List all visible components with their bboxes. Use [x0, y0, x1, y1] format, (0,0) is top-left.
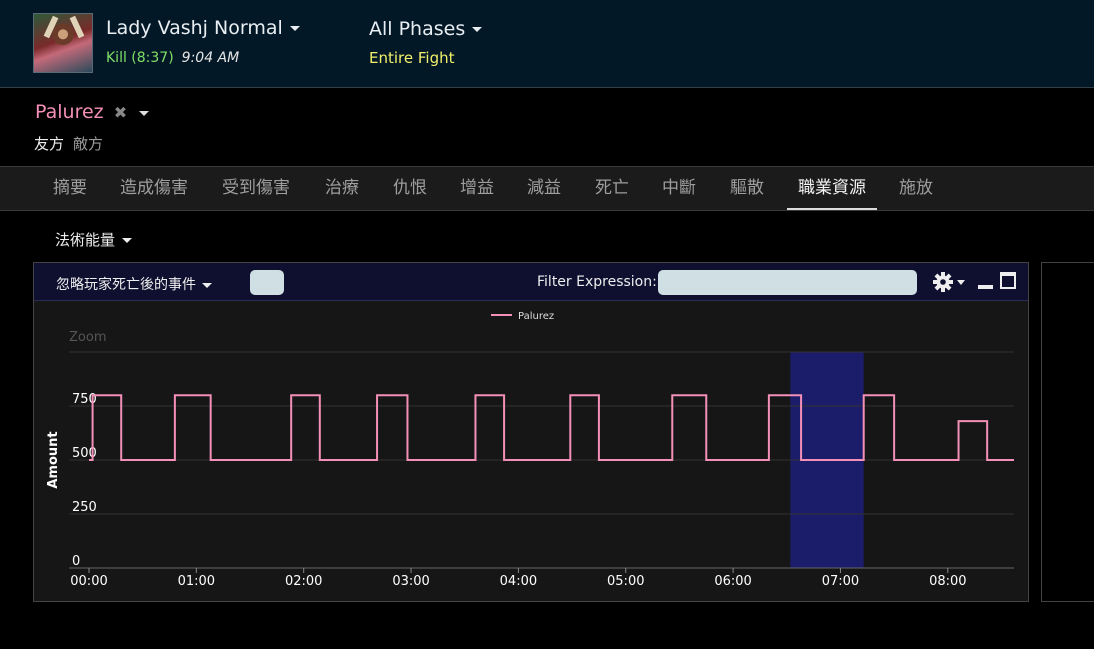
tab-dispels[interactable]: 驅散 — [715, 167, 779, 210]
enemy-link[interactable]: 敵方 — [73, 135, 103, 153]
kill-status: Kill (8:37) — [106, 50, 174, 66]
boss-selector[interactable]: Lady Vashj Normal — [106, 17, 300, 39]
y-tick-label: 0 — [72, 554, 80, 569]
tab-deaths[interactable]: 死亡 — [580, 167, 644, 210]
remove-player-icon[interactable]: ✖ — [114, 103, 127, 122]
chevron-down-icon[interactable] — [139, 111, 150, 116]
ignore-after-death-label: 忽略玩家死亡後的事件 — [56, 277, 196, 293]
fight-time: 9:04 AM — [181, 50, 240, 66]
side-panel — [1041, 262, 1094, 602]
resource-graph-panel: 忽略玩家死亡後的事件 Filter Expression: 0 250 500 750… — [33, 262, 1029, 602]
x-tick-label: 06:00 — [714, 574, 751, 589]
tab-damage-done[interactable]: 造成傷害 — [108, 167, 200, 210]
ignore-after-death-dropdown[interactable]: 忽略玩家死亡後的事件 — [56, 274, 212, 294]
filter-expression-input[interactable] — [658, 270, 917, 295]
phase-subtitle: Entire Fight — [369, 49, 455, 67]
resource-type-selector[interactable]: 法術能量 — [55, 229, 133, 250]
gear-icon[interactable] — [932, 270, 968, 294]
x-tick-label: 00:00 — [70, 574, 107, 589]
x-tick-label: 01:00 — [178, 574, 215, 589]
legend-label[interactable]: Palurez — [518, 311, 554, 322]
x-tick-label: 08:00 — [929, 574, 966, 589]
x-tick-label: 03:00 — [392, 574, 429, 589]
x-tick-label: 04:00 — [500, 574, 537, 589]
x-tick-label: 07:00 — [822, 574, 859, 589]
tab-resources[interactable]: 職業資源 — [787, 167, 877, 210]
chevron-down-icon — [472, 27, 483, 32]
fight-result: Kill (8:37) 9:04 AM — [106, 50, 239, 66]
tab-debuffs[interactable]: 減益 — [512, 167, 576, 210]
chevron-down-icon — [122, 238, 133, 243]
phase-name: All Phases — [369, 18, 466, 40]
zoom-label[interactable]: Zoom — [69, 330, 106, 345]
report-tabs: 摘要 造成傷害 受到傷害 治療 仇恨 增益 減益 死亡 中斷 驅散 職業資源 施… — [0, 166, 1094, 211]
fight-header: Lady Vashj Normal Kill (8:37) 9:04 AM All… — [0, 0, 1094, 88]
x-tick-label: 02:00 — [285, 574, 322, 589]
series-line-palurez — [89, 394, 1014, 461]
boss-portrait — [33, 13, 93, 73]
tab-buffs[interactable]: 增益 — [445, 167, 509, 210]
tab-healing[interactable]: 治療 — [310, 167, 374, 210]
resource-chart[interactable]: 0250500750 00:00 01:00 02:00 03:00 04:00 05:0… — [34, 302, 1028, 601]
minimize-icon[interactable] — [978, 285, 993, 289]
filter-expression-label: Filter Expression: — [537, 274, 657, 290]
panel-toolbar: 忽略玩家死亡後的事件 Filter Expression: — [34, 263, 1028, 301]
tab-casts[interactable]: 施放 — [884, 167, 948, 210]
tab-damage-taken[interactable]: 受到傷害 — [210, 167, 302, 210]
resource-type-label: 法術能量 — [55, 231, 116, 249]
player-name[interactable]: Palurez — [35, 101, 104, 123]
chevron-down-icon — [289, 26, 300, 31]
tab-interrupts[interactable]: 中斷 — [647, 167, 711, 210]
tab-threat[interactable]: 仇恨 — [378, 167, 442, 210]
y-tick-label: 250 — [72, 500, 97, 515]
x-tick-label: 05:00 — [607, 574, 644, 589]
boss-name: Lady Vashj Normal — [106, 17, 283, 39]
ignore-after-death-toggle[interactable] — [250, 270, 284, 295]
tab-summary[interactable]: 摘要 — [36, 167, 104, 210]
y-axis-label: Amount — [46, 431, 61, 488]
chevron-down-icon — [202, 282, 212, 288]
side-filter: 友方 敵方 — [34, 133, 103, 154]
player-selector[interactable]: Palurez ✖ — [35, 101, 150, 127]
maximize-icon[interactable] — [1000, 272, 1016, 289]
phase-selector[interactable]: All Phases — [369, 18, 483, 40]
ally-link[interactable]: 友方 — [34, 135, 64, 153]
